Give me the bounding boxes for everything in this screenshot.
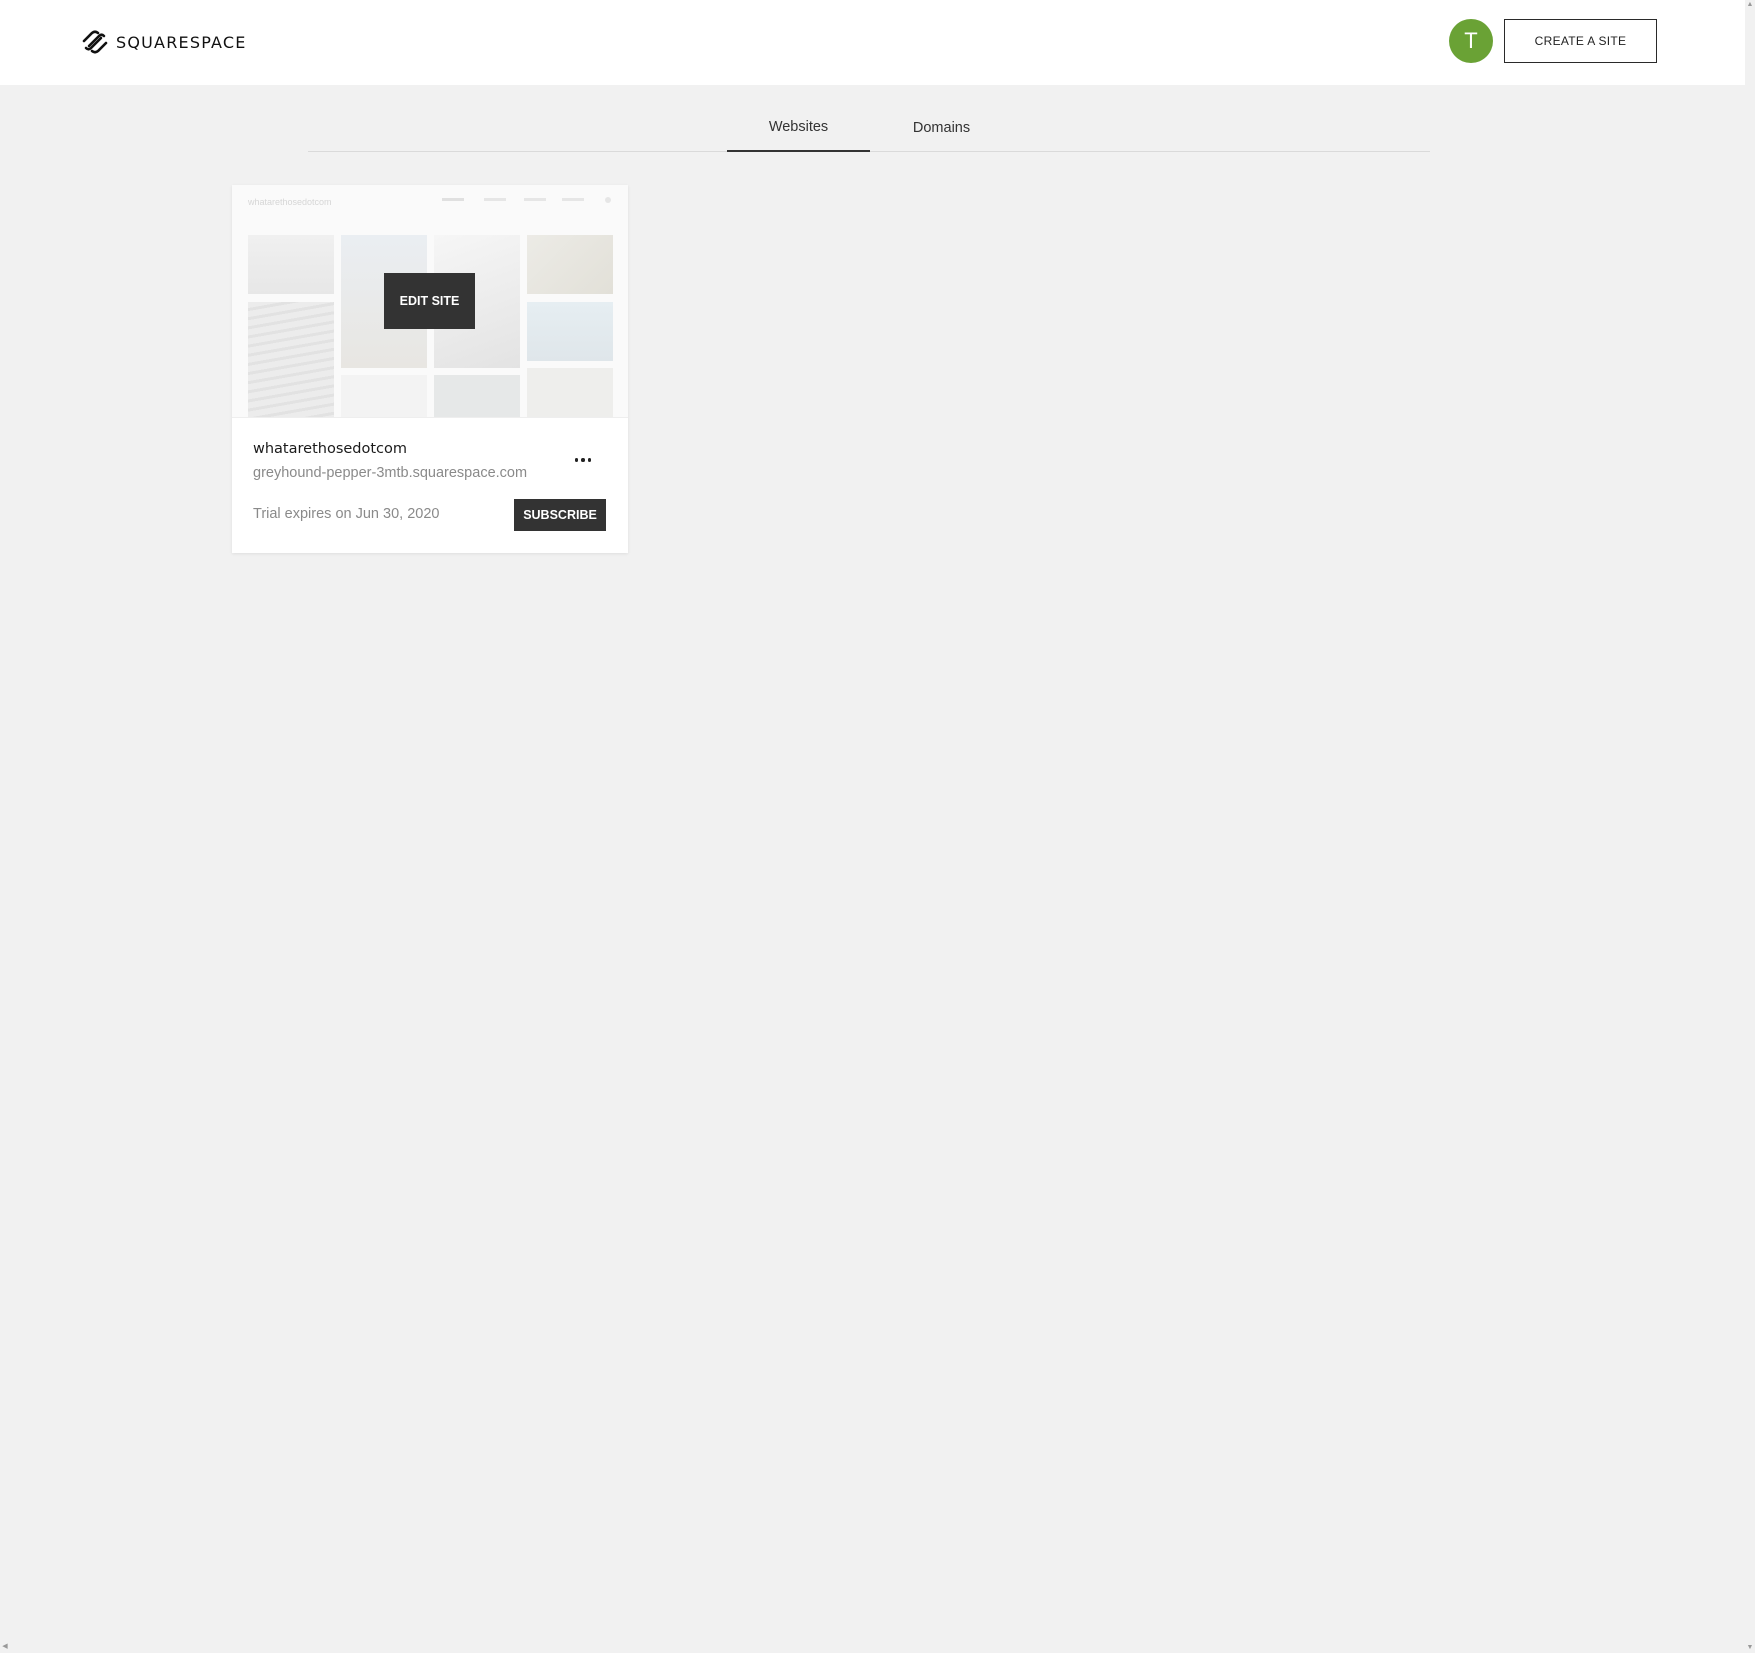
- squarespace-logo[interactable]: SQUARESPACE: [80, 29, 247, 55]
- squarespace-logo-icon: [82, 30, 108, 54]
- section-tabs: Websites Domains: [308, 104, 1430, 152]
- site-url[interactable]: greyhound-pepper-3mtb.squarespace.com: [253, 465, 527, 481]
- site-name[interactable]: whatarethosedotcom: [253, 441, 407, 457]
- subscribe-button[interactable]: SUBSCRIBE: [514, 499, 606, 531]
- tab-websites[interactable]: Websites: [727, 104, 870, 152]
- thumbnail-image: [248, 302, 334, 417]
- dot: [587, 458, 592, 462]
- dot: [581, 458, 585, 462]
- scroll-down-arrow-icon[interactable]: ▼: [1745, 1643, 1755, 1653]
- thumbnail-image: [341, 375, 427, 417]
- more-options-icon[interactable]: [570, 451, 596, 469]
- vertical-scrollbar[interactable]: ▲ ▼: [1745, 0, 1755, 1653]
- thumbnail-nav-item: [442, 198, 464, 201]
- thumbnail-site-title: whatarethosedotcom: [248, 197, 332, 207]
- edit-site-button[interactable]: EDIT SITE: [384, 273, 475, 329]
- thumbnail-nav-item: [524, 198, 546, 201]
- thumbnail-nav-item: [605, 197, 611, 203]
- top-bar: SQUARESPACE T CREATE A SITE: [0, 0, 1745, 85]
- site-card: whatarethosedotcom EDIT SITE whatarethos…: [232, 185, 628, 553]
- tab-domains[interactable]: Domains: [870, 104, 1013, 152]
- thumbnail-image: [527, 368, 613, 417]
- scroll-left-arrow-icon[interactable]: ◀: [0, 1642, 10, 1652]
- create-site-button[interactable]: CREATE A SITE: [1504, 19, 1657, 63]
- trial-status: Trial expires on Jun 30, 2020: [253, 506, 440, 522]
- thumbnail-nav-item: [484, 198, 506, 201]
- thumbnail-image: [527, 235, 613, 294]
- thumbnail-image: [248, 235, 334, 294]
- thumbnail-image: [434, 375, 520, 417]
- thumbnail-image: [527, 302, 613, 361]
- scroll-up-arrow-icon[interactable]: ▲: [1745, 0, 1755, 10]
- thumbnail-nav-item: [562, 198, 584, 201]
- brand-name: SQUARESPACE: [116, 32, 247, 52]
- site-thumbnail[interactable]: whatarethosedotcom EDIT SITE: [232, 185, 628, 418]
- user-avatar[interactable]: T: [1449, 19, 1493, 63]
- dot: [574, 458, 579, 462]
